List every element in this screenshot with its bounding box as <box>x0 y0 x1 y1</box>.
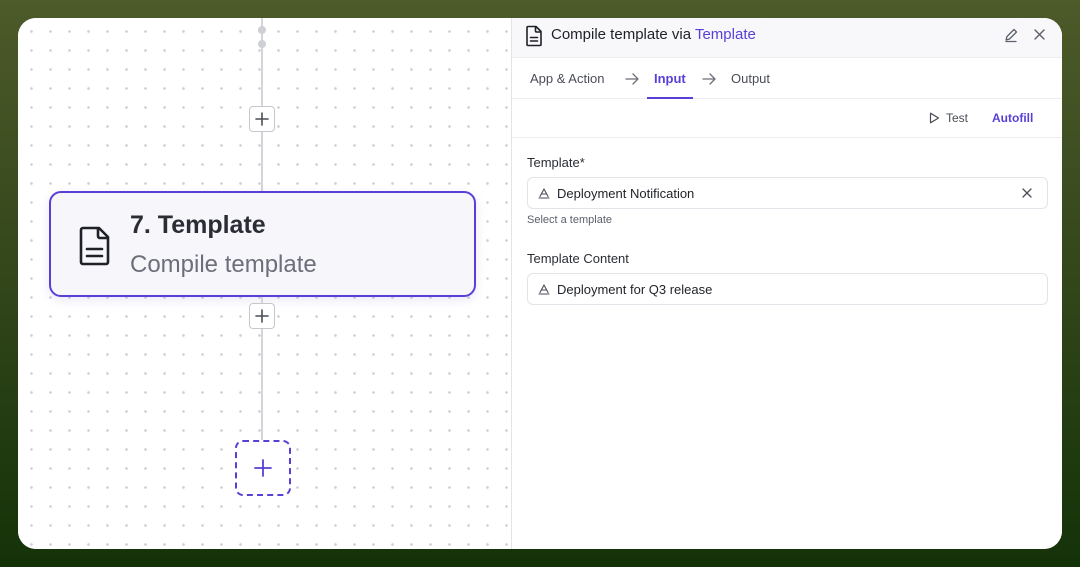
template-content-value: Deployment for Q3 release <box>557 282 713 297</box>
insert-step-button[interactable] <box>249 106 275 132</box>
document-icon <box>79 226 110 266</box>
connector-dot <box>258 40 266 48</box>
template-content-input[interactable]: Deployment for Q3 release <box>527 273 1048 305</box>
tab-app-action[interactable]: App & Action <box>530 71 604 86</box>
panel-toolbar: Test Autofill <box>512 100 1062 138</box>
arrow-right-icon <box>702 73 716 85</box>
add-step-button[interactable] <box>235 440 291 496</box>
plus-icon <box>255 309 269 323</box>
play-icon <box>929 112 940 124</box>
edit-icon[interactable] <box>1003 27 1019 43</box>
step-config-panel: Compile template via Template App & Acti… <box>511 18 1062 549</box>
panel-title-prefix: Compile template via <box>551 26 692 43</box>
template-content-label: Template Content <box>527 251 629 266</box>
autofill-button[interactable]: Autofill <box>992 111 1033 125</box>
tab-input[interactable]: Input <box>654 71 686 86</box>
plus-icon <box>255 112 269 126</box>
test-label: Test <box>946 111 969 125</box>
test-button[interactable]: Test <box>929 111 968 125</box>
document-icon <box>526 25 542 47</box>
panel-title: Compile template via Template <box>551 26 756 43</box>
tab-output[interactable]: Output <box>731 71 770 86</box>
panel-header: Compile template via Template <box>512 18 1062 58</box>
workflow-node-template[interactable]: 7. Template Compile template <box>49 191 476 297</box>
text-type-icon <box>538 284 550 295</box>
template-helper-text: Select a template <box>527 214 612 226</box>
template-select-value: Deployment Notification <box>557 186 695 201</box>
panel-title-app[interactable]: Template <box>695 26 756 43</box>
workflow-canvas[interactable]: 7. Template Compile template <box>18 18 511 549</box>
text-type-icon <box>538 188 550 199</box>
arrow-right-icon <box>625 73 639 85</box>
insert-step-button[interactable] <box>249 303 275 329</box>
node-title: 7. Template <box>130 211 266 239</box>
app-window: 7. Template Compile template Compile tem… <box>18 18 1062 549</box>
close-icon[interactable] <box>1021 187 1033 199</box>
template-field-label: Template* <box>527 155 585 170</box>
template-select[interactable]: Deployment Notification <box>527 177 1048 209</box>
node-subtitle: Compile template <box>130 251 317 278</box>
active-tab-indicator <box>647 97 693 99</box>
panel-tabs: App & Action Input Output <box>512 59 1062 99</box>
connector-dot <box>258 26 266 34</box>
close-icon[interactable] <box>1032 27 1047 42</box>
plus-icon <box>254 459 272 477</box>
